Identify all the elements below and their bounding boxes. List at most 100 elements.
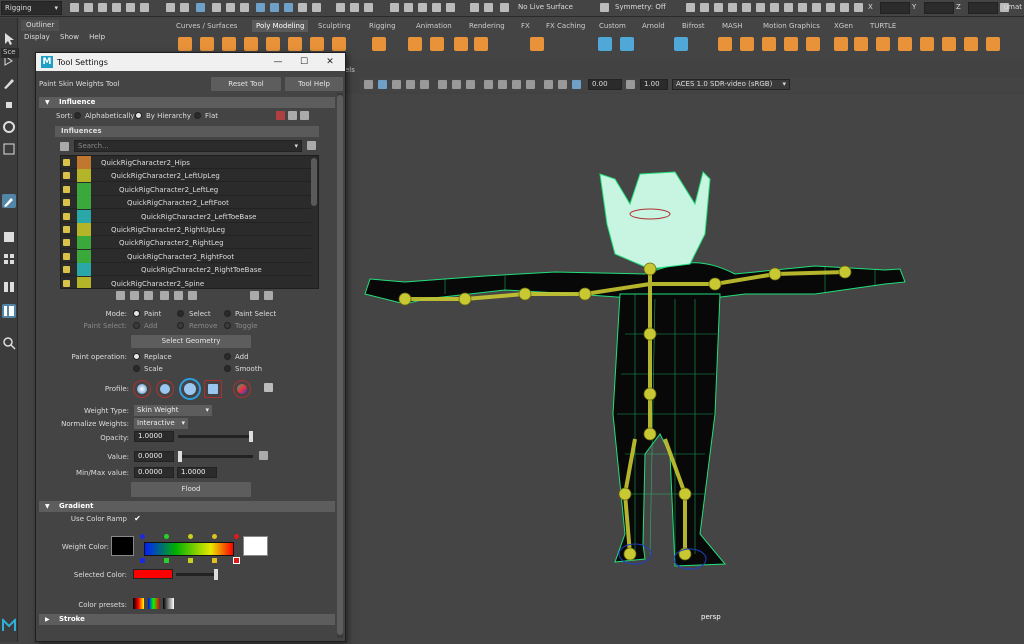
shelf-tool-27-icon[interactable] xyxy=(918,35,936,53)
influence-row[interactable]: QuickRigCharacter2_RightFoot xyxy=(61,249,311,263)
pin-icon[interactable] xyxy=(484,3,493,12)
shelf-tool-24-icon[interactable] xyxy=(852,35,870,53)
profile-square-icon[interactable] xyxy=(204,380,222,398)
influence-row[interactable]: QuickRigCharacter2_LeftUpLeg xyxy=(61,169,311,183)
hypershade-icon[interactable] xyxy=(432,3,441,12)
z-field[interactable] xyxy=(968,2,998,14)
op-add-radio[interactable] xyxy=(224,353,231,360)
sort-alphabetically-radio[interactable] xyxy=(74,112,81,119)
layout-outliner-icon[interactable] xyxy=(2,304,16,318)
shelf-tab-animation[interactable]: Animation xyxy=(412,20,456,32)
paint-select-tool-icon[interactable] xyxy=(2,76,16,90)
preset-rainbow-icon[interactable] xyxy=(148,598,159,609)
shelf-tool-7-icon[interactable] xyxy=(308,35,326,53)
layout-side-icon[interactable] xyxy=(2,280,16,294)
ramp-handle-orange[interactable] xyxy=(212,558,217,563)
add-influence-icon[interactable] xyxy=(160,291,169,300)
shelf-tool-6-icon[interactable] xyxy=(286,35,304,53)
shelf-tool-28-icon[interactable] xyxy=(940,35,958,53)
outliner-menu-help[interactable]: Help xyxy=(89,33,105,41)
select-mode-icon[interactable] xyxy=(714,3,723,12)
sort-flat-radio[interactable] xyxy=(194,112,201,119)
paint-select-remove-radio[interactable] xyxy=(177,322,184,329)
joint-color-swatch[interactable] xyxy=(77,276,91,288)
viewport-canvas[interactable] xyxy=(345,94,1024,642)
selected-color-slider-handle[interactable] xyxy=(214,569,218,580)
gamma-field[interactable]: 0.00 xyxy=(588,79,622,90)
live-surface-label[interactable]: No Live Surface xyxy=(518,3,573,11)
shelf-tool-22-icon[interactable] xyxy=(804,35,822,53)
selected-color-swatch[interactable] xyxy=(133,569,173,579)
opacity-slider[interactable] xyxy=(178,431,253,442)
new-scene-icon[interactable] xyxy=(84,3,93,12)
hide-icon[interactable] xyxy=(276,111,285,120)
maximize-button[interactable]: ☐ xyxy=(292,56,316,68)
lock-icon[interactable] xyxy=(63,252,70,260)
remove-influence-icon[interactable] xyxy=(174,291,183,300)
stroke-frame-header[interactable]: ▶ Stroke xyxy=(39,614,335,625)
joint-color-swatch[interactable] xyxy=(77,249,91,263)
ramp-key-orange[interactable] xyxy=(212,534,217,539)
isolate-select-icon[interactable] xyxy=(512,80,521,89)
lock-icon[interactable] xyxy=(700,3,709,12)
folder-icon[interactable] xyxy=(264,383,273,392)
shelf-tool-26-icon[interactable] xyxy=(896,35,914,53)
outliner-search-input[interactable]: Sce xyxy=(1,48,19,58)
outliner-menu-display[interactable]: Display xyxy=(24,33,50,41)
shelf-tool-14-icon[interactable] xyxy=(528,35,546,53)
save-scene-icon[interactable] xyxy=(112,3,121,12)
shelf-tool-25-icon[interactable] xyxy=(874,35,892,53)
paint-weights-tool-icon[interactable] xyxy=(2,194,16,208)
symmetry-label[interactable]: Symmetry: Off xyxy=(615,3,666,11)
snap-point-icon[interactable] xyxy=(284,3,293,12)
menu-set-dropdown[interactable]: Rigging ▾ xyxy=(1,1,62,15)
lock-icon[interactable] xyxy=(63,185,70,193)
shelf-tool-12-icon[interactable] xyxy=(452,35,470,53)
camera-icon[interactable] xyxy=(770,3,779,12)
lock-icon[interactable] xyxy=(63,226,70,233)
profile-gaussian-icon[interactable] xyxy=(133,380,151,398)
x-field[interactable] xyxy=(880,2,910,14)
joint-color-swatch[interactable] xyxy=(77,223,91,236)
grid-icon[interactable] xyxy=(526,80,535,89)
shelf-tool-2-icon[interactable] xyxy=(198,35,216,53)
ramp-key-green[interactable] xyxy=(164,534,169,539)
use-color-ramp-checkbox[interactable]: ✔ xyxy=(133,514,142,523)
mode-paint-select-radio[interactable] xyxy=(224,310,231,317)
ramp-handle-blue[interactable] xyxy=(140,558,145,563)
select-hierarchy-icon[interactable] xyxy=(166,3,175,12)
shelf-tool-20-icon[interactable] xyxy=(760,35,778,53)
eyedropper-icon[interactable] xyxy=(259,451,268,460)
influence-row[interactable]: QuickRigCharacter2_RightUpLeg xyxy=(61,223,311,236)
attribute-icon[interactable] xyxy=(826,3,835,12)
layout-single-icon[interactable] xyxy=(2,230,16,244)
list-scrollbar[interactable] xyxy=(311,158,317,206)
shelf-tool-11-icon[interactable] xyxy=(428,35,446,53)
flood-button[interactable]: Flood xyxy=(131,482,251,497)
outputs-icon[interactable] xyxy=(364,3,373,12)
max-value-field[interactable]: 1.0000 xyxy=(177,467,217,478)
shelf-tab-sculpting[interactable]: Sculpting xyxy=(314,20,355,32)
influence-row[interactable]: QuickRigCharacter2_LeftLeg xyxy=(61,182,311,196)
shelf-tool-1-icon[interactable] xyxy=(176,35,194,53)
shelf-tool-21-icon[interactable] xyxy=(782,35,800,53)
soft-select-icon[interactable] xyxy=(728,3,737,12)
select-object-icon[interactable] xyxy=(180,3,189,12)
channel-icon[interactable] xyxy=(854,3,863,12)
shelf-tool-15-icon[interactable] xyxy=(596,35,614,53)
shelf-tab-curves-surfaces[interactable]: Curves / Surfaces xyxy=(172,20,241,32)
shelf-tool-3-icon[interactable] xyxy=(220,35,238,53)
snap-surface-icon[interactable] xyxy=(312,3,321,12)
shelf-tool-9-icon[interactable] xyxy=(370,35,388,53)
vertex-mask-icon[interactable] xyxy=(212,3,221,12)
pick-icon[interactable] xyxy=(686,3,695,12)
lights-icon[interactable] xyxy=(406,80,415,89)
reset-tool-button[interactable]: Reset Tool xyxy=(211,77,281,91)
shelf-tab-fx-caching[interactable]: FX Caching xyxy=(542,20,589,32)
influence-row[interactable]: QuickRigCharacter2_Spine xyxy=(61,276,311,288)
brush-icon[interactable] xyxy=(812,3,821,12)
color-space-dropdown[interactable]: ACES 1.0 SDR-video (sRGB) ▾ xyxy=(672,79,790,90)
shelf-tool-18-icon[interactable] xyxy=(716,35,734,53)
value-slider[interactable] xyxy=(178,451,253,462)
shelf-tool-23-icon[interactable] xyxy=(832,35,850,53)
